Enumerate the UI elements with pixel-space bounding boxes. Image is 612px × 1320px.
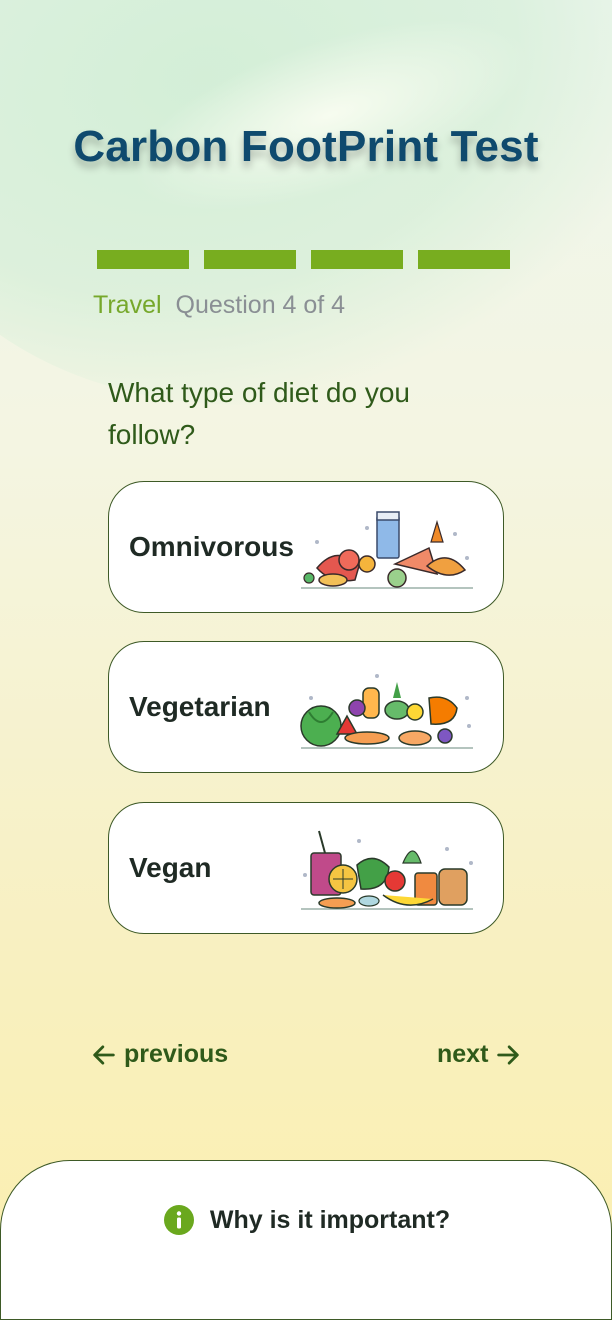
previous-label: previous bbox=[124, 1040, 229, 1068]
omnivorous-food-illustration-icon bbox=[301, 511, 473, 589]
arrow-right-icon bbox=[497, 1044, 520, 1065]
next-label: next bbox=[437, 1040, 489, 1068]
question-text: What type of diet do you follow? bbox=[108, 377, 410, 450]
option-vegetarian[interactable]: Vegetarian bbox=[108, 641, 504, 773]
info-bottom-sheet[interactable]: Why is it important? bbox=[0, 1160, 612, 1320]
why-important-row[interactable]: Why is it important? bbox=[1, 1205, 612, 1235]
why-important-label: Why is it important? bbox=[209, 1205, 451, 1234]
question-counter: Question 4 of 4 bbox=[175, 291, 346, 319]
progress-segment bbox=[311, 250, 403, 269]
info-icon bbox=[163, 1205, 194, 1235]
option-label: Omnivorous bbox=[129, 531, 294, 562]
progress-segment bbox=[418, 250, 510, 269]
arrow-left-icon bbox=[93, 1044, 115, 1065]
vegan-food-illustration-icon bbox=[301, 830, 473, 910]
progress-segment bbox=[204, 250, 296, 269]
progress-segment bbox=[97, 250, 189, 269]
next-button[interactable]: next bbox=[437, 1040, 522, 1069]
option-omnivorous[interactable]: Omnivorous bbox=[108, 481, 504, 613]
question-category: Travel bbox=[93, 291, 162, 319]
option-label: Vegetarian bbox=[129, 691, 271, 722]
option-label: Vegan bbox=[129, 852, 212, 883]
vegetarian-food-illustration-icon bbox=[300, 674, 473, 749]
question-meta: Travel Question 4 of 4 bbox=[93, 291, 345, 320]
progress-bar bbox=[97, 250, 510, 269]
page-title: Carbon FootPrint Test bbox=[73, 122, 539, 171]
option-vegan[interactable]: Vegan bbox=[108, 802, 504, 934]
previous-button[interactable]: previous bbox=[90, 1040, 228, 1069]
